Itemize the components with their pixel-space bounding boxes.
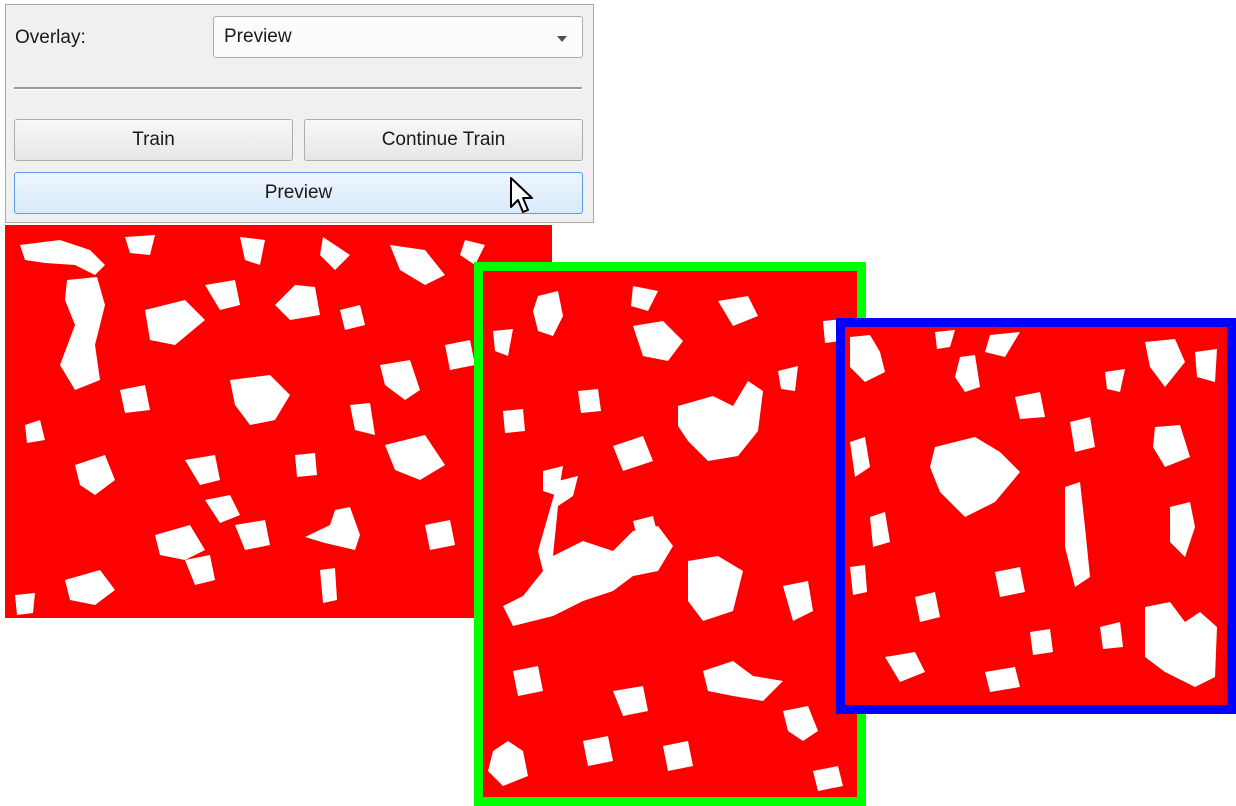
segmentation-preview-blue <box>836 318 1236 714</box>
overlay-select[interactable]: Preview <box>213 16 583 58</box>
segmentation-preview-main <box>5 225 552 618</box>
overlay-select-value: Preview <box>224 26 292 47</box>
panel-divider <box>14 87 582 90</box>
training-panel: Overlay: Preview Train Continue Train Pr… <box>5 4 594 223</box>
train-button[interactable]: Train <box>14 119 293 161</box>
chevron-down-icon <box>557 36 567 42</box>
arrow-cursor-icon <box>510 177 533 213</box>
preview-button[interactable]: Preview <box>14 172 583 214</box>
overlay-label: Overlay: <box>15 27 86 48</box>
continue-train-button[interactable]: Continue Train <box>304 119 583 161</box>
segmentation-preview-green <box>474 262 866 806</box>
